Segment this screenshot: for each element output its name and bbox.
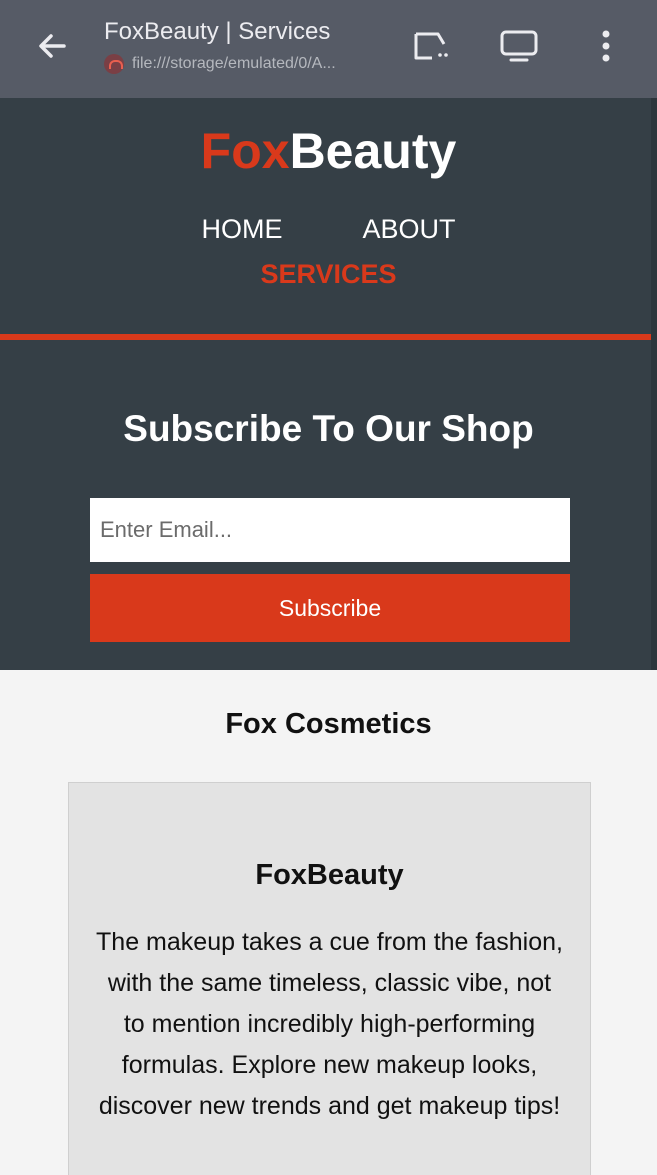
header-divider [0, 334, 657, 340]
section-title: Fox Cosmetics [225, 708, 432, 740]
nav-about[interactable]: ABOUT [362, 214, 455, 245]
browser-url: file:///storage/emulated/0/A... [132, 55, 336, 72]
site-logo[interactable]: FoxBeauty [0, 122, 657, 180]
card-text: The makeup takes a cue from the fashion,… [96, 928, 563, 1120]
info-card: FoxBeauty The makeup takes a cue from th… [68, 782, 591, 1175]
nav-home[interactable]: HOME [201, 214, 282, 245]
site-header: FoxBeauty HOME ABOUT SERVICES Subscribe … [0, 98, 657, 670]
email-input[interactable] [90, 498, 570, 562]
logo-fox: Fox [200, 123, 290, 179]
web-page: FoxBeauty HOME ABOUT SERVICES Subscribe … [0, 98, 657, 1175]
reader-mode-icon[interactable] [408, 24, 452, 68]
browser-page-title: FoxBeauty | Services [104, 18, 331, 45]
desktop-site-icon[interactable] [497, 24, 541, 68]
logo-beauty: Beauty [289, 123, 457, 179]
main-nav: HOME ABOUT SERVICES [0, 214, 657, 290]
subscribe-button[interactable]: Subscribe [90, 574, 570, 642]
browser-toolbar: FoxBeauty | Services file:///storage/emu… [0, 0, 657, 98]
nav-services[interactable]: SERVICES [0, 259, 657, 290]
page-scrollbar[interactable] [651, 98, 657, 670]
more-vert-icon[interactable] [584, 24, 628, 68]
site-favicon [104, 54, 124, 74]
address-area[interactable]: FoxBeauty | Services file:///storage/emu… [104, 18, 394, 74]
card-title: FoxBeauty [255, 859, 404, 891]
subscribe-title: Subscribe To Our Shop [123, 408, 534, 449]
back-arrow-icon[interactable] [30, 24, 74, 68]
